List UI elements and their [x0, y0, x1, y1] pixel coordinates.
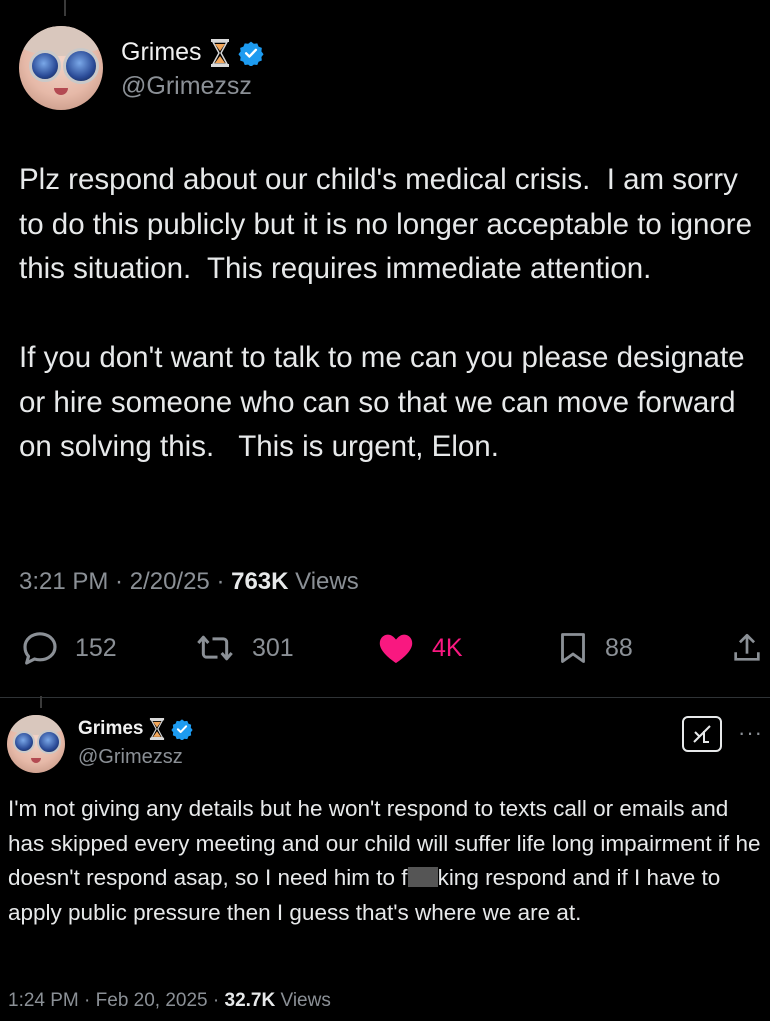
share-icon	[734, 633, 760, 661]
bookmark-button[interactable]: 88	[555, 628, 633, 668]
author-name-text: Grimes	[121, 38, 202, 66]
tweet-meta: 3:21 PM · 2/20/25 · 763K Views	[19, 568, 359, 596]
views-count: 32.7K	[224, 990, 276, 1011]
heart-icon	[379, 634, 413, 663]
tweet-text: I'm not giving any details but he won't …	[8, 792, 763, 930]
thread-connector	[40, 696, 42, 708]
bookmark-icon	[561, 633, 585, 663]
timestamp[interactable]: 3:21 PM · 2/20/25 ·	[19, 568, 231, 595]
author-name[interactable]: Grimes	[121, 38, 264, 67]
bookmark-count: 88	[605, 633, 633, 662]
hourglass-icon	[150, 718, 165, 740]
avatar[interactable]	[19, 26, 103, 110]
repost-icon	[197, 635, 233, 661]
repost-count: 301	[252, 633, 294, 662]
grok-icon	[693, 725, 711, 743]
share-button[interactable]	[730, 628, 764, 668]
divider	[0, 697, 770, 698]
author-handle[interactable]: @Grimezsz	[78, 746, 183, 769]
reply-count: 152	[75, 633, 117, 662]
views-label: Views	[288, 568, 359, 595]
hourglass-icon	[210, 38, 229, 67]
verified-badge-icon	[171, 719, 194, 740]
reply-icon	[23, 632, 57, 665]
tweet-text: Plz respond about our child's medical cr…	[19, 163, 753, 463]
avatar[interactable]	[7, 715, 65, 773]
author-name-text: Grimes	[78, 718, 144, 739]
action-bar: 152 301 4K 88	[0, 628, 770, 676]
author-handle[interactable]: @Grimezsz	[121, 72, 252, 101]
like-button[interactable]: 4K	[374, 628, 463, 668]
repost-button[interactable]: 301	[192, 628, 294, 668]
reply-button[interactable]: 152	[19, 628, 117, 668]
censor-block	[407, 867, 438, 887]
tweet-main: Grimes @Grimezsz Plz respond about our c…	[0, 0, 770, 697]
views-label: Views	[275, 990, 331, 1011]
like-count: 4K	[432, 633, 463, 662]
grok-button[interactable]	[682, 716, 722, 752]
views-count: 763K	[231, 568, 289, 595]
author-name[interactable]: Grimes	[78, 718, 194, 740]
tweet-meta: 1:24 PM · Feb 20, 2025 · 32.7K Views	[8, 990, 331, 1012]
timestamp[interactable]: 1:24 PM · Feb 20, 2025 ·	[8, 990, 225, 1011]
more-options-button[interactable]: ···	[738, 720, 763, 746]
verified-badge-icon	[237, 41, 264, 66]
